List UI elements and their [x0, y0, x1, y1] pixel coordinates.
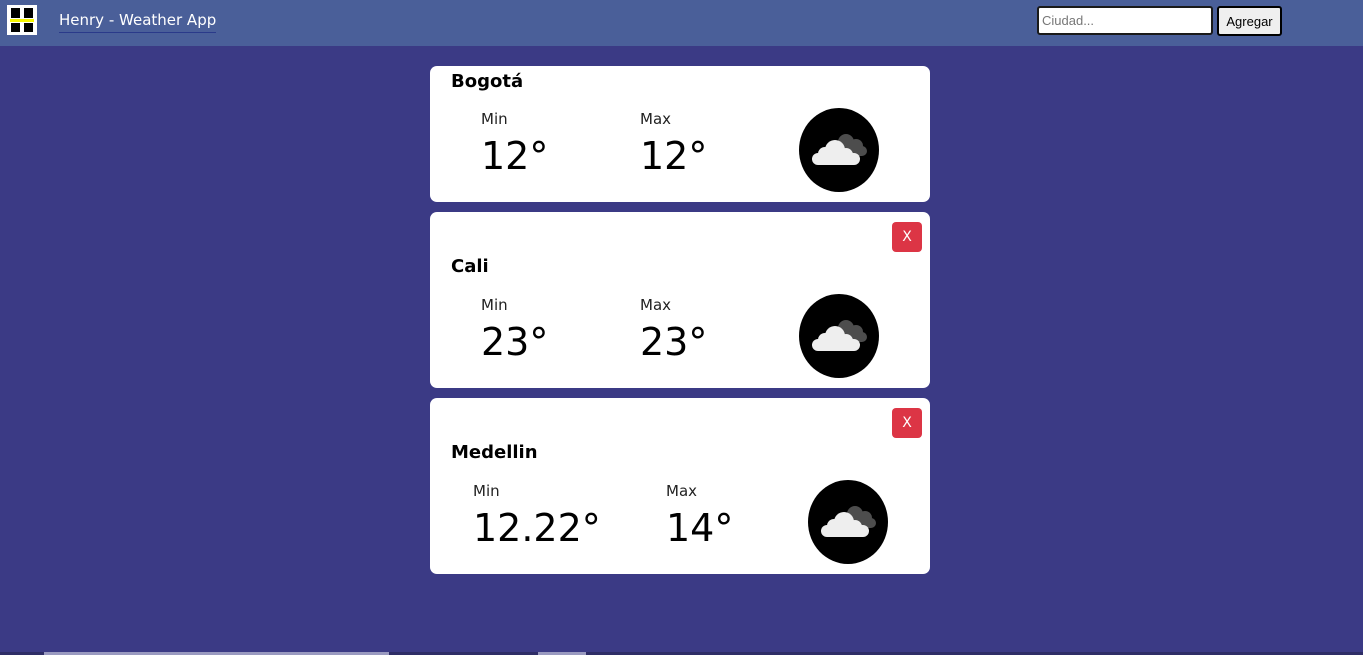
city-card: X Cali Min 23° Max 23° [430, 212, 930, 388]
max-label: Max [666, 482, 698, 500]
max-value: 23° [640, 320, 708, 364]
city-card: Bogotá Min 12° Max 12° [430, 66, 930, 202]
min-value: 12° [481, 134, 549, 178]
close-card-button[interactable]: X [892, 222, 922, 252]
min-temp: Min 23° [481, 295, 548, 365]
close-card-button[interactable]: X [892, 408, 922, 438]
min-label: Min [481, 296, 508, 314]
city-card: X Medellin Min 12.22° Max 14° [430, 398, 930, 574]
max-label: Max [640, 296, 672, 314]
min-temp: Min 12° [481, 109, 548, 179]
broken-clouds-icon [799, 294, 879, 378]
add-city-button[interactable]: Agregar [1217, 6, 1282, 36]
max-label: Max [640, 110, 672, 128]
city-search-input[interactable] [1037, 6, 1213, 35]
city-name: Medellin [451, 442, 538, 463]
max-value: 12° [640, 134, 708, 178]
city-name: Cali [451, 256, 489, 277]
city-name: Bogotá [451, 71, 524, 92]
min-temp: Min 12.22° [473, 481, 601, 551]
henry-logo-icon[interactable] [7, 5, 37, 35]
min-label: Min [481, 110, 508, 128]
max-temp: Max 23° [640, 295, 707, 365]
min-value: 12.22° [473, 506, 601, 550]
navbar: Henry - Weather App Agregar [0, 0, 1363, 46]
max-temp: Max 12° [640, 109, 707, 179]
app-title[interactable]: Henry - Weather App [59, 10, 217, 33]
min-value: 23° [481, 320, 549, 364]
broken-clouds-icon [799, 108, 879, 192]
max-value: 14° [666, 506, 734, 550]
min-label: Min [473, 482, 500, 500]
broken-clouds-icon [808, 480, 888, 564]
max-temp: Max 14° [666, 481, 733, 551]
